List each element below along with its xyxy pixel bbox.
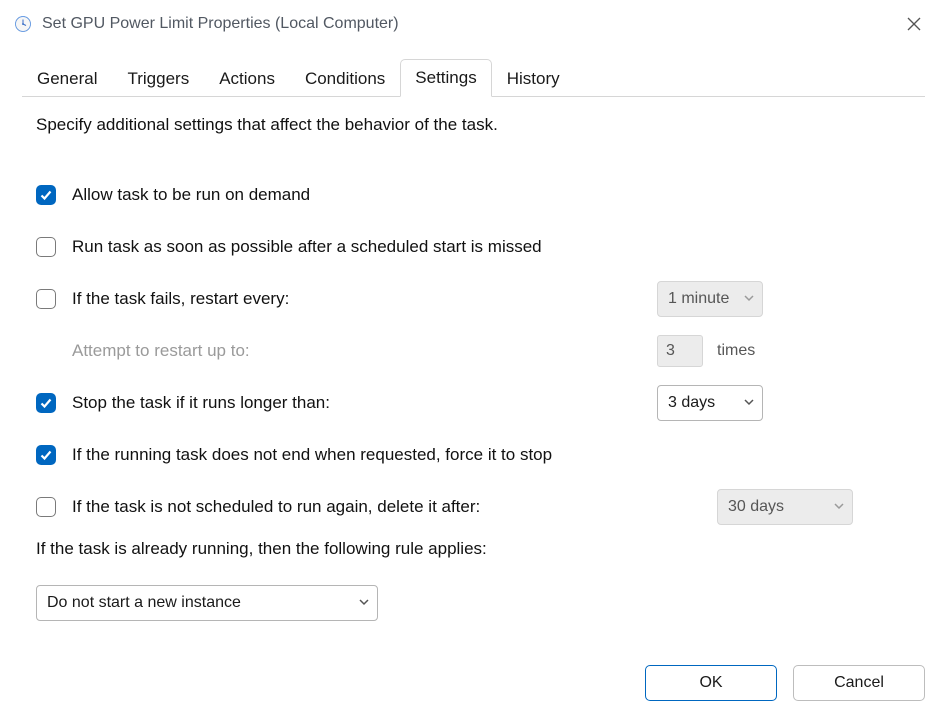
label-restart-if-fail: If the task fails, restart every:: [72, 289, 657, 309]
chevron-down-icon: [359, 594, 369, 612]
combo-restart-interval: 1 minute: [657, 281, 763, 317]
row-run-asap: Run task as soon as possible after a sch…: [36, 227, 917, 267]
chevron-down-icon: [744, 290, 754, 308]
tab-conditions[interactable]: Conditions: [290, 60, 400, 97]
cancel-button[interactable]: Cancel: [793, 665, 925, 701]
label-stop-if-longer: Stop the task if it runs longer than:: [72, 393, 657, 413]
label-run-asap: Run task as soon as possible after a sch…: [72, 237, 657, 257]
dialog-footer: OK Cancel: [0, 658, 947, 720]
combo-restart-interval-value: 1 minute: [668, 290, 729, 308]
tab-history[interactable]: History: [492, 60, 575, 97]
tab-settings[interactable]: Settings: [400, 59, 491, 97]
combo-delete-after: 30 days: [717, 489, 853, 525]
label-delete-if-not-scheduled: If the task is not scheduled to run agai…: [72, 497, 717, 517]
task-scheduler-icon: [14, 15, 32, 33]
label-running-rule: If the task is already running, then the…: [36, 539, 917, 559]
attempts-value: 3: [666, 342, 675, 360]
label-attempts: Attempt to restart up to:: [72, 341, 657, 361]
combo-running-rule[interactable]: Do not start a new instance: [36, 585, 378, 621]
row-attempts: Attempt to restart up to: 3 times: [36, 331, 917, 371]
row-stop-if-longer: Stop the task if it runs longer than: 3 …: [36, 383, 917, 423]
tab-list: General Triggers Actions Conditions Sett…: [22, 58, 925, 97]
input-attempts-count: 3: [657, 335, 703, 367]
checkbox-restart-if-fail[interactable]: [36, 289, 56, 309]
close-button[interactable]: [891, 6, 937, 42]
label-force-stop: If the running task does not end when re…: [72, 445, 657, 465]
combo-max-runtime[interactable]: 3 days: [657, 385, 763, 421]
checkbox-allow-on-demand[interactable]: [36, 185, 56, 205]
tab-general[interactable]: General: [22, 60, 112, 97]
tab-actions[interactable]: Actions: [204, 60, 290, 97]
checkbox-run-asap[interactable]: [36, 237, 56, 257]
tab-triggers[interactable]: Triggers: [112, 60, 204, 97]
combo-running-rule-value: Do not start a new instance: [47, 594, 241, 612]
dialog-window: Set GPU Power Limit Properties (Local Co…: [0, 0, 947, 720]
attempts-suffix: times: [717, 342, 755, 360]
row-force-stop: If the running task does not end when re…: [36, 435, 917, 475]
chevron-down-icon: [744, 394, 754, 412]
row-allow-on-demand: Allow task to be run on demand: [36, 175, 917, 215]
combo-delete-after-value: 30 days: [728, 498, 784, 516]
label-allow-on-demand: Allow task to be run on demand: [72, 185, 657, 205]
checkbox-delete-if-not-scheduled[interactable]: [36, 497, 56, 517]
combo-max-runtime-value: 3 days: [668, 394, 715, 412]
settings-panel: Specify additional settings that affect …: [0, 97, 947, 658]
tabs-container: General Triggers Actions Conditions Sett…: [0, 48, 947, 97]
checkbox-stop-if-longer[interactable]: [36, 393, 56, 413]
chevron-down-icon: [834, 498, 844, 516]
row-delete-if-not-scheduled: If the task is not scheduled to run agai…: [36, 487, 917, 527]
titlebar: Set GPU Power Limit Properties (Local Co…: [0, 0, 947, 48]
window-title: Set GPU Power Limit Properties (Local Co…: [42, 15, 399, 33]
ok-button[interactable]: OK: [645, 665, 777, 701]
settings-description: Specify additional settings that affect …: [36, 115, 917, 135]
checkbox-force-stop[interactable]: [36, 445, 56, 465]
row-restart-if-fail: If the task fails, restart every: 1 minu…: [36, 279, 917, 319]
